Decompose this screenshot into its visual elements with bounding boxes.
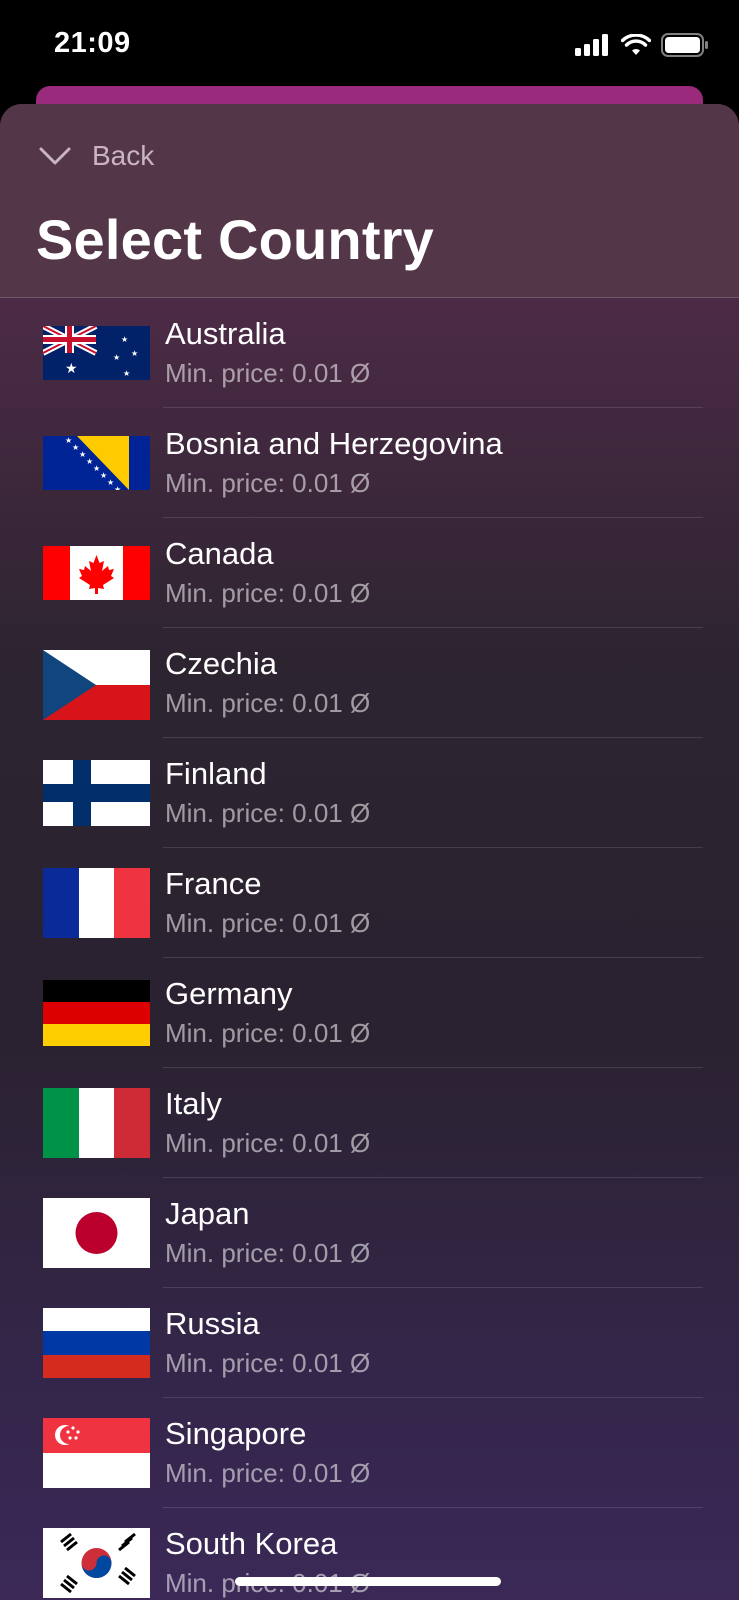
- svg-text:★: ★: [123, 369, 130, 378]
- status-icons: [575, 33, 709, 57]
- svg-text:★: ★: [131, 349, 138, 358]
- country-row-australia[interactable]: ★ ★ ★ ★ ★ Australia Min. price: 0.01 Ø: [0, 298, 739, 408]
- country-row-singapore[interactable]: Singapore Min. price: 0.01 Ø: [0, 1398, 739, 1508]
- country-picker-sheet: Back Select Country ★ ★ ★ ★ ★ Australia: [0, 104, 739, 1600]
- country-min-price: Min. price: 0.01 Ø: [165, 1348, 371, 1378]
- battery-icon: [661, 33, 708, 57]
- wifi-icon: [621, 34, 651, 55]
- country-row-canada[interactable]: Canada Min. price: 0.01 Ø: [0, 518, 739, 628]
- country-row-bosnia-and-herzegovina[interactable]: ★ ★ ★ ★ ★ ★ ★ ★ Bosnia and Herzegovina Min. p…: [0, 408, 739, 518]
- page-title: Select Country: [36, 208, 434, 271]
- country-min-price: Min. price: 0.01 Ø: [165, 468, 371, 498]
- japan-flag-icon: [43, 1198, 150, 1268]
- country-min-price: Min. price: 0.01 Ø: [165, 1458, 371, 1488]
- country-row-japan[interactable]: Japan Min. price: 0.01 Ø: [0, 1178, 739, 1288]
- svg-text:★: ★: [114, 485, 121, 490]
- country-name: Australia: [165, 316, 286, 351]
- country-name: Russia: [165, 1306, 260, 1341]
- country-min-price: Min. price: 0.01 Ø: [165, 798, 371, 828]
- chevron-down-icon: [39, 147, 71, 165]
- country-name: Canada: [165, 536, 274, 571]
- country-row-russia[interactable]: Russia Min. price: 0.01 Ø: [0, 1288, 739, 1398]
- svg-text:★: ★: [65, 361, 78, 377]
- country-name: Czechia: [165, 646, 277, 681]
- country-row-finland[interactable]: Finland Min. price: 0.01 Ø: [0, 738, 739, 848]
- status-time: 21:09: [54, 27, 131, 59]
- country-list: ★ ★ ★ ★ ★ Australia Min. price: 0.01 Ø ★…: [0, 298, 739, 1600]
- back-button[interactable]: Back: [38, 134, 154, 178]
- italy-flag-icon: [43, 1088, 150, 1158]
- home-indicator: [235, 1577, 501, 1586]
- country-min-price: Min. price: 0.01 Ø: [165, 358, 371, 388]
- country-row-italy[interactable]: Italy Min. price: 0.01 Ø: [0, 1068, 739, 1178]
- germany-flag-icon: [43, 980, 150, 1046]
- country-min-price: Min. price: 0.01 Ø: [165, 578, 371, 608]
- country-row-france[interactable]: France Min. price: 0.01 Ø: [0, 848, 739, 958]
- bosnia-flag-icon: ★★★ ★★★ ★★: [43, 436, 150, 490]
- sheet-header: Back Select Country: [0, 104, 739, 298]
- country-name: Finland: [165, 756, 267, 791]
- country-row-germany[interactable]: Germany Min. price: 0.01 Ø: [0, 958, 739, 1068]
- country-row-czechia[interactable]: Czechia Min. price: 0.01 Ø: [0, 628, 739, 738]
- canada-flag-icon: [43, 546, 150, 600]
- country-min-price: Min. price: 0.01 Ø: [165, 1128, 371, 1158]
- country-name: South Korea: [165, 1526, 338, 1561]
- country-name: Singapore: [165, 1416, 307, 1451]
- back-label: Back: [92, 140, 155, 171]
- finland-flag-icon: [43, 760, 150, 826]
- country-min-price: Min. price: 0.01 Ø: [165, 1238, 371, 1268]
- svg-text:★: ★: [121, 335, 128, 344]
- country-min-price: Min. price: 0.01 Ø: [165, 908, 371, 938]
- singapore-flag-icon: [43, 1418, 150, 1488]
- country-min-price: Min. price: 0.01 Ø: [165, 1018, 371, 1048]
- cellular-signal-icon: [575, 34, 608, 56]
- country-name: Italy: [165, 1086, 222, 1121]
- svg-text:★: ★: [113, 353, 120, 362]
- country-row-south-korea[interactable]: South Korea Min. price: 0.01 Ø: [0, 1508, 739, 1600]
- country-min-price: Min. price: 0.01 Ø: [165, 688, 371, 718]
- czechia-flag-icon: [43, 650, 150, 720]
- status-bar: 21:09: [0, 0, 739, 90]
- country-name: Bosnia and Herzegovina: [165, 426, 503, 461]
- country-name: Germany: [165, 976, 293, 1011]
- france-flag-icon: [43, 868, 150, 938]
- south-korea-flag-icon: [43, 1528, 150, 1598]
- australia-flag-icon: ★ ★ ★ ★ ★: [43, 326, 150, 380]
- russia-flag-icon: [43, 1308, 150, 1378]
- country-name: Japan: [165, 1196, 250, 1231]
- country-name: France: [165, 866, 262, 901]
